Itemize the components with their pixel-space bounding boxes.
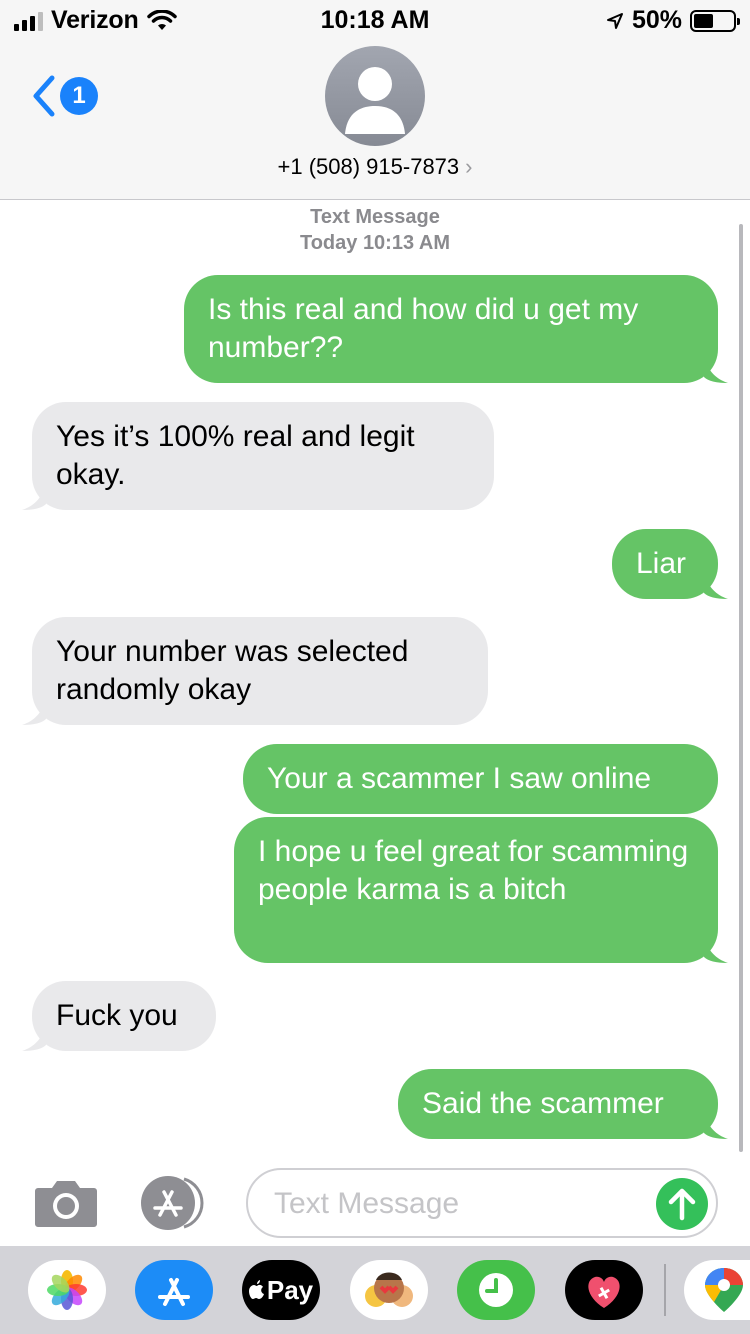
camera-icon: [35, 1181, 97, 1227]
apple-logo-icon: [248, 1280, 264, 1299]
message-text: I hope u feel great for scamming people …: [258, 835, 689, 906]
message-bubble-received[interactable]: Fuck you: [22, 981, 216, 1051]
message-timestamp: Today 10:13 AM: [299, 232, 451, 254]
apple-pay-label: Pay: [266, 1274, 314, 1305]
arrow-up-icon: [668, 1188, 696, 1221]
status-right: 50%: [606, 6, 740, 35]
person-icon: [345, 67, 405, 134]
clock-icon: [479, 1273, 513, 1307]
battery-percentage: 50%: [631, 6, 682, 34]
location-arrow-icon: [606, 12, 623, 29]
app-store-icon: [141, 1176, 204, 1230]
back-button[interactable]: 1: [30, 74, 98, 118]
message-bubble-received[interactable]: Your number was selected randomly okay: [22, 617, 488, 725]
photos-icon: [47, 1270, 87, 1310]
message-text: Yes it’s 100% real and legit okay.: [56, 420, 415, 491]
battery-icon: [690, 9, 740, 32]
unread-badge: 1: [60, 77, 98, 115]
google-maps-icon: [705, 1268, 743, 1312]
scrollbar[interactable]: [739, 224, 743, 1152]
status-bar: Verizon 10:18 AM 50%: [0, 0, 750, 40]
photos-app-button[interactable]: [28, 1260, 106, 1320]
compose-bar: Text Message: [0, 1160, 750, 1246]
app-store-icon: [158, 1278, 190, 1306]
contact-name[interactable]: +1 (508) 915-7873 ›: [0, 154, 750, 180]
chevron-right-icon: ›: [465, 154, 473, 179]
app-store-button[interactable]: [140, 1175, 212, 1231]
clock-app-button[interactable]: [457, 1260, 535, 1320]
message-text: Is this real and how did u get my number…: [208, 293, 639, 364]
apple-pay-app-button[interactable]: Pay: [242, 1260, 320, 1320]
service-label: Text Message: [310, 206, 440, 228]
message-bubble-sent[interactable]: I hope u feel great for scamming people …: [234, 817, 728, 963]
heart-app-button[interactable]: [565, 1260, 643, 1320]
chevron-left-icon: [33, 75, 55, 117]
message-text: Said the scammer: [422, 1087, 664, 1120]
conversation-header: 1 +1 (508) 915-7873 ›: [0, 40, 750, 200]
memoji-app-button[interactable]: [350, 1260, 428, 1320]
message-bubble-sent[interactable]: Your a scammer I saw online: [243, 744, 718, 814]
message-text: Fuck you: [56, 999, 178, 1032]
camera-button[interactable]: [34, 1178, 98, 1228]
dock-divider: [664, 1264, 666, 1316]
send-button[interactable]: [656, 1178, 708, 1230]
message-text: Liar: [636, 547, 687, 580]
message-input-placeholder: Text Message: [274, 1187, 460, 1220]
contact-number: +1 (508) 915-7873: [277, 154, 460, 179]
message-text: Your a scammer I saw online: [267, 762, 652, 795]
contact-avatar[interactable]: [325, 46, 425, 146]
message-bubble-sent[interactable]: Liar: [612, 529, 728, 599]
message-text: Your number was selected randomly okay: [56, 635, 409, 706]
google-maps-app-button[interactable]: [684, 1260, 750, 1320]
message-bubble-sent[interactable]: Is this real and how did u get my number…: [184, 275, 728, 383]
app-store-app-button[interactable]: [135, 1260, 213, 1320]
app-drawer: Pay: [0, 1246, 750, 1334]
message-bubble-received[interactable]: Yes it’s 100% real and legit okay.: [22, 402, 494, 510]
message-bubble-sent[interactable]: Said the scammer: [398, 1069, 728, 1139]
memoji-icon: [365, 1272, 413, 1307]
message-input[interactable]: Text Message: [246, 1168, 718, 1238]
heart-app-icon: [588, 1276, 620, 1308]
